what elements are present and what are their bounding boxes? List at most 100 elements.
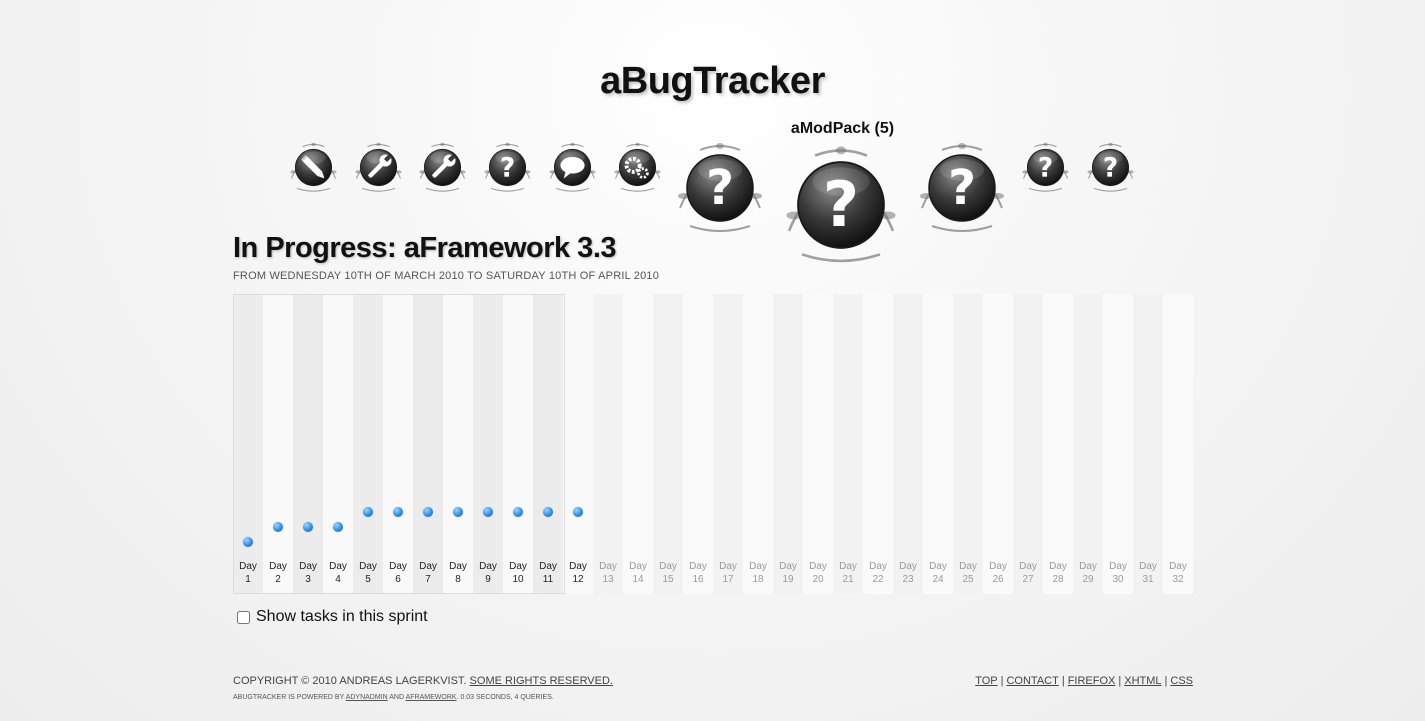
- day-label: Day 10: [509, 561, 527, 585]
- day-column: Day 2: [263, 294, 293, 594]
- day-column: Day 30: [1103, 294, 1133, 594]
- powered-by: aBugTracker is powered by aDynAdmin and …: [233, 694, 554, 701]
- day-column: Day 22: [863, 294, 893, 594]
- day-label: Day 27: [1019, 561, 1037, 585]
- sprint-title: In Progress: aFramework 3.3: [233, 232, 617, 264]
- show-tasks-label: Show tasks in this sprint: [256, 608, 428, 625]
- footer-link-top[interactable]: Top: [975, 675, 997, 687]
- some-rights-reserved-link[interactable]: Some rights reserved.: [470, 675, 613, 687]
- day-label: Day 14: [629, 561, 647, 585]
- day-column: Day 26: [983, 294, 1013, 594]
- day-column: Day 11: [533, 294, 563, 594]
- day-label: Day 29: [1079, 561, 1097, 585]
- day-column: Day 29: [1073, 294, 1103, 594]
- day-label: Day 5: [359, 561, 377, 585]
- question-icon[interactable]: ?: [1018, 140, 1073, 195]
- day-label: Day 32: [1169, 561, 1187, 585]
- sprint-date-range: From Wednesday 10th of March 2010 to Sat…: [233, 270, 660, 282]
- svg-text:?: ?: [500, 152, 515, 183]
- day-column: Day 4: [323, 294, 353, 594]
- powered-prefix: aBugTracker is powered by: [233, 694, 345, 701]
- day-column: Day 31: [1133, 294, 1163, 594]
- gears-icon[interactable]: [610, 140, 665, 195]
- sprint-burnup-chart: Day 32 Day 31 Day 30 Day 29 Day 28 Day 27 Day 26 Day 25…: [233, 294, 1193, 594]
- wrench-icon[interactable]: [351, 140, 406, 195]
- day-label: Day 28: [1049, 561, 1067, 585]
- day-column: Day 20: [803, 294, 833, 594]
- question-icon[interactable]: ?: [1083, 140, 1138, 195]
- question-icon[interactable]: ?: [776, 140, 906, 270]
- day-column: Day 10: [503, 294, 533, 594]
- site-title[interactable]: aBugTracker: [0, 60, 1425, 103]
- pencil-icon[interactable]: [286, 140, 341, 195]
- day-column: Day 28: [1043, 294, 1073, 594]
- svg-text:?: ?: [823, 168, 859, 241]
- day-column: Day 17: [713, 294, 743, 594]
- day-label: Day 25: [959, 561, 977, 585]
- day-column: Day 9: [473, 294, 503, 594]
- show-tasks-checkbox[interactable]: [237, 610, 250, 624]
- day-column: Day 18: [743, 294, 773, 594]
- day-label: Day 12: [569, 561, 587, 585]
- question-icon[interactable]: ?: [480, 140, 535, 195]
- powered-suffix: . 0.03 seconds, 4 queries.: [456, 694, 554, 701]
- data-point[interactable]: [303, 522, 313, 532]
- day-label: Day 17: [719, 561, 737, 585]
- wrench-icon[interactable]: [415, 140, 470, 195]
- show-tasks-toggle[interactable]: Show tasks in this sprint: [237, 608, 428, 626]
- day-label: Day 6: [389, 561, 407, 585]
- day-column: Day 32: [1163, 294, 1193, 594]
- question-icon[interactable]: ?: [670, 138, 770, 238]
- data-point[interactable]: [333, 522, 343, 532]
- svg-text:?: ?: [1103, 152, 1118, 183]
- day-label: Day 19: [779, 561, 797, 585]
- data-point[interactable]: [423, 507, 433, 517]
- svg-text:?: ?: [948, 160, 976, 216]
- day-label: Day 9: [479, 561, 497, 585]
- day-label: Day 20: [809, 561, 827, 585]
- footer-links: Top | Contact | Firefox | XHTML | CSS: [975, 675, 1193, 687]
- data-point[interactable]: [513, 507, 523, 517]
- svg-text:?: ?: [706, 160, 734, 216]
- data-point[interactable]: [363, 507, 373, 517]
- day-column: Day 13: [593, 294, 623, 594]
- day-label: Day 24: [929, 561, 947, 585]
- footer-link-contact[interactable]: Contact: [1006, 675, 1058, 687]
- day-label: Day 3: [299, 561, 317, 585]
- data-point[interactable]: [573, 507, 583, 517]
- data-point[interactable]: [393, 507, 403, 517]
- question-icon[interactable]: ?: [912, 138, 1012, 238]
- day-column: Day 21: [833, 294, 863, 594]
- day-label: Day 22: [869, 561, 887, 585]
- day-label: Day 1: [239, 561, 257, 585]
- day-column: Day 8: [443, 294, 473, 594]
- day-column: Day 6: [383, 294, 413, 594]
- data-point[interactable]: [453, 507, 463, 517]
- day-column: Day 25: [953, 294, 983, 594]
- svg-text:?: ?: [1038, 152, 1053, 183]
- day-column: Day 1: [233, 294, 263, 594]
- day-column: Day 14: [623, 294, 653, 594]
- adynadmin-link[interactable]: aDynAdmin: [346, 694, 388, 701]
- data-point[interactable]: [243, 537, 253, 547]
- day-label: Day 16: [689, 561, 707, 585]
- day-column: Day 24: [923, 294, 953, 594]
- day-label: Day 30: [1109, 561, 1127, 585]
- data-point[interactable]: [483, 507, 493, 517]
- copyright-text: Copyright © 2010 Andreas Lagerkvist.: [233, 675, 467, 687]
- day-column: Day 12: [563, 294, 593, 594]
- day-column: Day 3: [293, 294, 323, 594]
- powered-and: and: [389, 694, 405, 701]
- day-column: Day 19: [773, 294, 803, 594]
- day-label: Day 7: [419, 561, 437, 585]
- footer-link-css[interactable]: CSS: [1170, 675, 1193, 687]
- day-column: Day 23: [893, 294, 923, 594]
- day-label: Day 21: [839, 561, 857, 585]
- footer-link-xhtml[interactable]: XHTML: [1124, 675, 1161, 687]
- day-label: Day 18: [749, 561, 767, 585]
- data-point[interactable]: [273, 522, 283, 532]
- data-point[interactable]: [543, 507, 553, 517]
- speech-bubble-icon[interactable]: [545, 140, 600, 195]
- aframework-link[interactable]: aFramework: [406, 694, 457, 701]
- footer-link-firefox[interactable]: Firefox: [1068, 675, 1116, 687]
